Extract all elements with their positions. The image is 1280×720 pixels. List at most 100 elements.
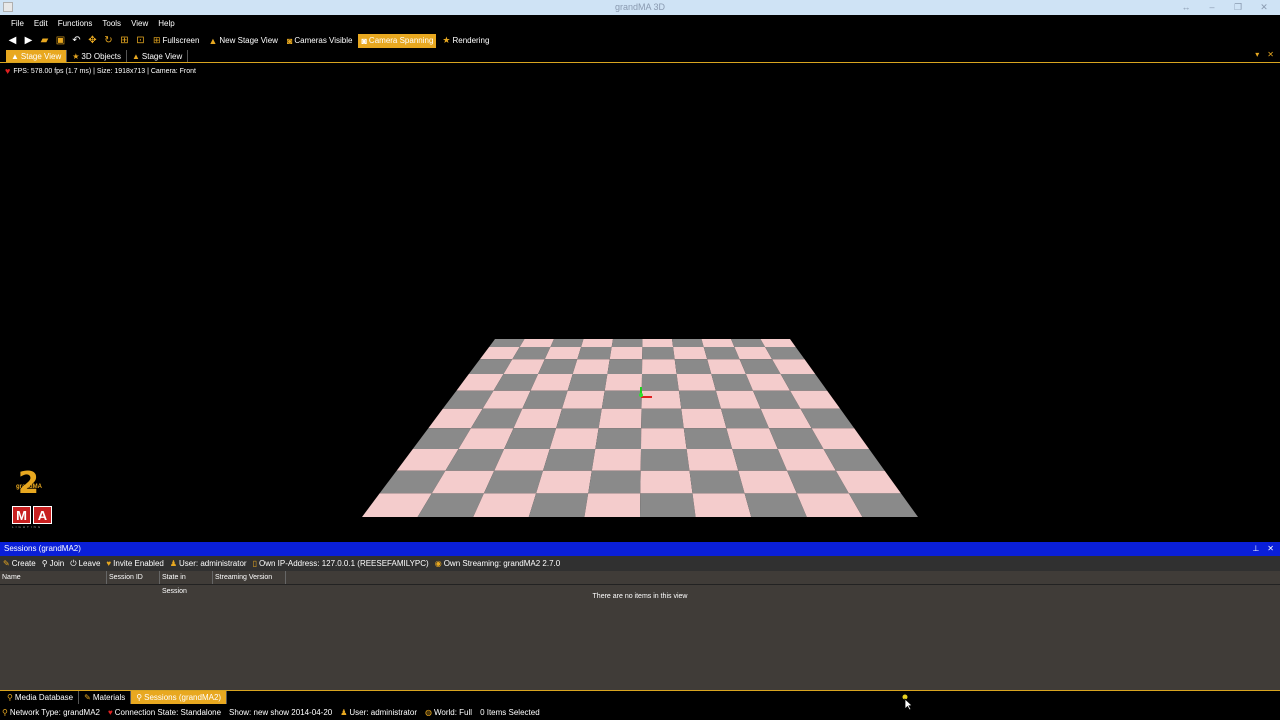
floor-tile: [732, 449, 788, 471]
menu-help[interactable]: Help: [158, 19, 174, 28]
status-network[interactable]: ⚲ Network Type: grandMA2: [2, 708, 100, 717]
floor-tile: [543, 449, 596, 471]
sessions-table-header: Name Session ID State in Session Streami…: [0, 571, 1280, 595]
column-streaming-version[interactable]: Streaming Version: [213, 571, 286, 584]
close-icon[interactable]: ✕: [1267, 50, 1274, 59]
menu-tools[interactable]: Tools: [102, 19, 121, 28]
ip-address-button[interactable]: ▯ Own IP-Address: 127.0.0.1 (REESEFAMILYP…: [253, 559, 429, 568]
rendering-button[interactable]: ★ Rendering: [439, 34, 492, 48]
column-name[interactable]: Name: [0, 571, 107, 584]
tab-sessions[interactable]: ⚲ Sessions (grandMA2): [131, 691, 228, 704]
floor-tile: [611, 339, 643, 347]
tab-stage-view-2[interactable]: ▲ Stage View: [127, 50, 189, 62]
floor-tile: [550, 339, 584, 347]
tab-stage-view[interactable]: ▲ Stage View: [6, 50, 68, 62]
back-arrow-icon[interactable]: ◀: [6, 34, 19, 47]
floor-tile: [604, 374, 642, 391]
floor-tile: [641, 390, 682, 409]
floor-tile: [591, 449, 641, 471]
floor-tile: [489, 339, 525, 347]
floor-tile: [672, 339, 704, 347]
user-icon: ♟: [169, 559, 178, 568]
floor-tile: [674, 359, 712, 374]
restore-size-icon[interactable]: ↔: [1173, 0, 1199, 15]
open-folder-icon[interactable]: ▰: [38, 34, 51, 47]
menu-functions[interactable]: Functions: [58, 19, 93, 28]
bottom-tabs: ⚲ Media Database ✎ Materials ⚲ Sessions (gr…: [0, 690, 1280, 704]
sessions-title: Sessions (grandMA2): [4, 544, 81, 553]
invite-enabled-button[interactable]: ♥ Invite Enabled: [106, 559, 163, 568]
menu-edit[interactable]: Edit: [34, 19, 48, 28]
floor-tile: [692, 493, 752, 517]
stage-viewport[interactable]: [0, 77, 1280, 540]
status-show[interactable]: Show: new show 2014-04-20: [229, 708, 332, 717]
forward-arrow-icon[interactable]: ▶: [22, 34, 35, 47]
star-icon: ★: [442, 35, 451, 45]
tab-materials[interactable]: ✎ Materials: [79, 691, 132, 704]
floor-tile: [581, 339, 613, 347]
close-button[interactable]: ✕: [1251, 0, 1277, 15]
create-button[interactable]: ✎ Create: [3, 559, 36, 568]
status-selected: 0 Items Selected: [480, 707, 540, 717]
maximize-button[interactable]: ❐: [1225, 0, 1251, 15]
view-tab-controls: ▾ ✕: [1255, 50, 1274, 59]
heart-icon: ♥: [5, 66, 11, 76]
window-titlebar: grandMA 3D ↔ – ❐ ✕: [0, 0, 1280, 15]
floor-tile: [707, 359, 746, 374]
status-connection[interactable]: ♥ Connection State: Standalone: [108, 708, 221, 717]
status-world[interactable]: ◍ World: Full: [425, 708, 472, 717]
heart-icon: ♥: [107, 707, 113, 717]
floor-tile: [641, 428, 687, 449]
undo-icon[interactable]: ↶: [70, 34, 83, 47]
zoom-icon[interactable]: ⊡: [134, 34, 147, 47]
streaming-button[interactable]: ◉ Own Streaming: grandMA2 2.7.0: [435, 559, 561, 568]
chevron-down-icon[interactable]: ▾: [1255, 50, 1259, 59]
floor-tile: [536, 470, 592, 494]
floor-tile: [528, 493, 589, 517]
fullscreen-button[interactable]: ⊞ Fullscreen: [150, 34, 202, 48]
minimize-button[interactable]: –: [1199, 0, 1225, 15]
stage-icon: ▲: [208, 35, 218, 46]
computer-icon: ▯: [252, 559, 257, 568]
tab-media-database[interactable]: ⚲ Media Database: [2, 691, 80, 704]
floor-tile: [483, 470, 543, 494]
empty-list-message: There are no items in this view: [592, 593, 688, 600]
floor-tile: [572, 359, 610, 374]
stage-icon: ▲: [132, 51, 140, 61]
floor-tile: [731, 339, 766, 347]
network-icon: ⚲: [2, 707, 8, 717]
floor-tile: [607, 359, 643, 374]
user-button[interactable]: ♟ User: administrator: [170, 559, 247, 568]
new-stage-view-button[interactable]: ▲ New Stage View: [205, 34, 280, 48]
cameras-visible-button[interactable]: ◙ Cameras Visible: [284, 34, 356, 48]
camera-spanning-button[interactable]: ◙ Camera Spanning: [358, 33, 437, 48]
floor-tile: [584, 493, 641, 517]
floor-tile: [721, 408, 769, 429]
eye-icon: ◉: [434, 559, 442, 568]
floor-tile: [640, 493, 696, 517]
close-icon[interactable]: ✕: [1267, 542, 1274, 556]
user-icon: ♟: [340, 707, 348, 717]
floor-tile: [642, 359, 677, 374]
link-icon: ⚲: [136, 693, 143, 702]
floor-tile: [711, 374, 753, 391]
scale-icon[interactable]: ⊞: [118, 34, 131, 47]
power-icon: ⏻: [70, 558, 77, 568]
rotate-icon[interactable]: ↻: [102, 34, 115, 47]
menu-file[interactable]: File: [11, 19, 24, 28]
status-user[interactable]: ♟ User: administrator: [340, 708, 417, 717]
column-state[interactable]: State in Session: [160, 571, 213, 595]
join-button[interactable]: ⚲ Join: [42, 559, 65, 568]
save-icon[interactable]: ▣: [54, 34, 67, 47]
fullscreen-icon: ⊞: [153, 35, 161, 45]
pin-icon[interactable]: ⊥: [1252, 542, 1259, 556]
move-icon[interactable]: ✥: [86, 34, 99, 47]
sessions-list[interactable]: Name Session ID State in Session Streami…: [0, 571, 1280, 690]
leave-button[interactable]: ⏻ Leave: [70, 559, 100, 569]
floor-tile: [519, 339, 554, 347]
menu-view[interactable]: View: [131, 19, 148, 28]
floor-tile: [640, 470, 693, 494]
tab-3d-objects[interactable]: ★ 3D Objects: [67, 50, 127, 62]
column-session-id[interactable]: Session ID: [107, 571, 160, 584]
camera-spanning-icon: ◙: [361, 35, 367, 46]
